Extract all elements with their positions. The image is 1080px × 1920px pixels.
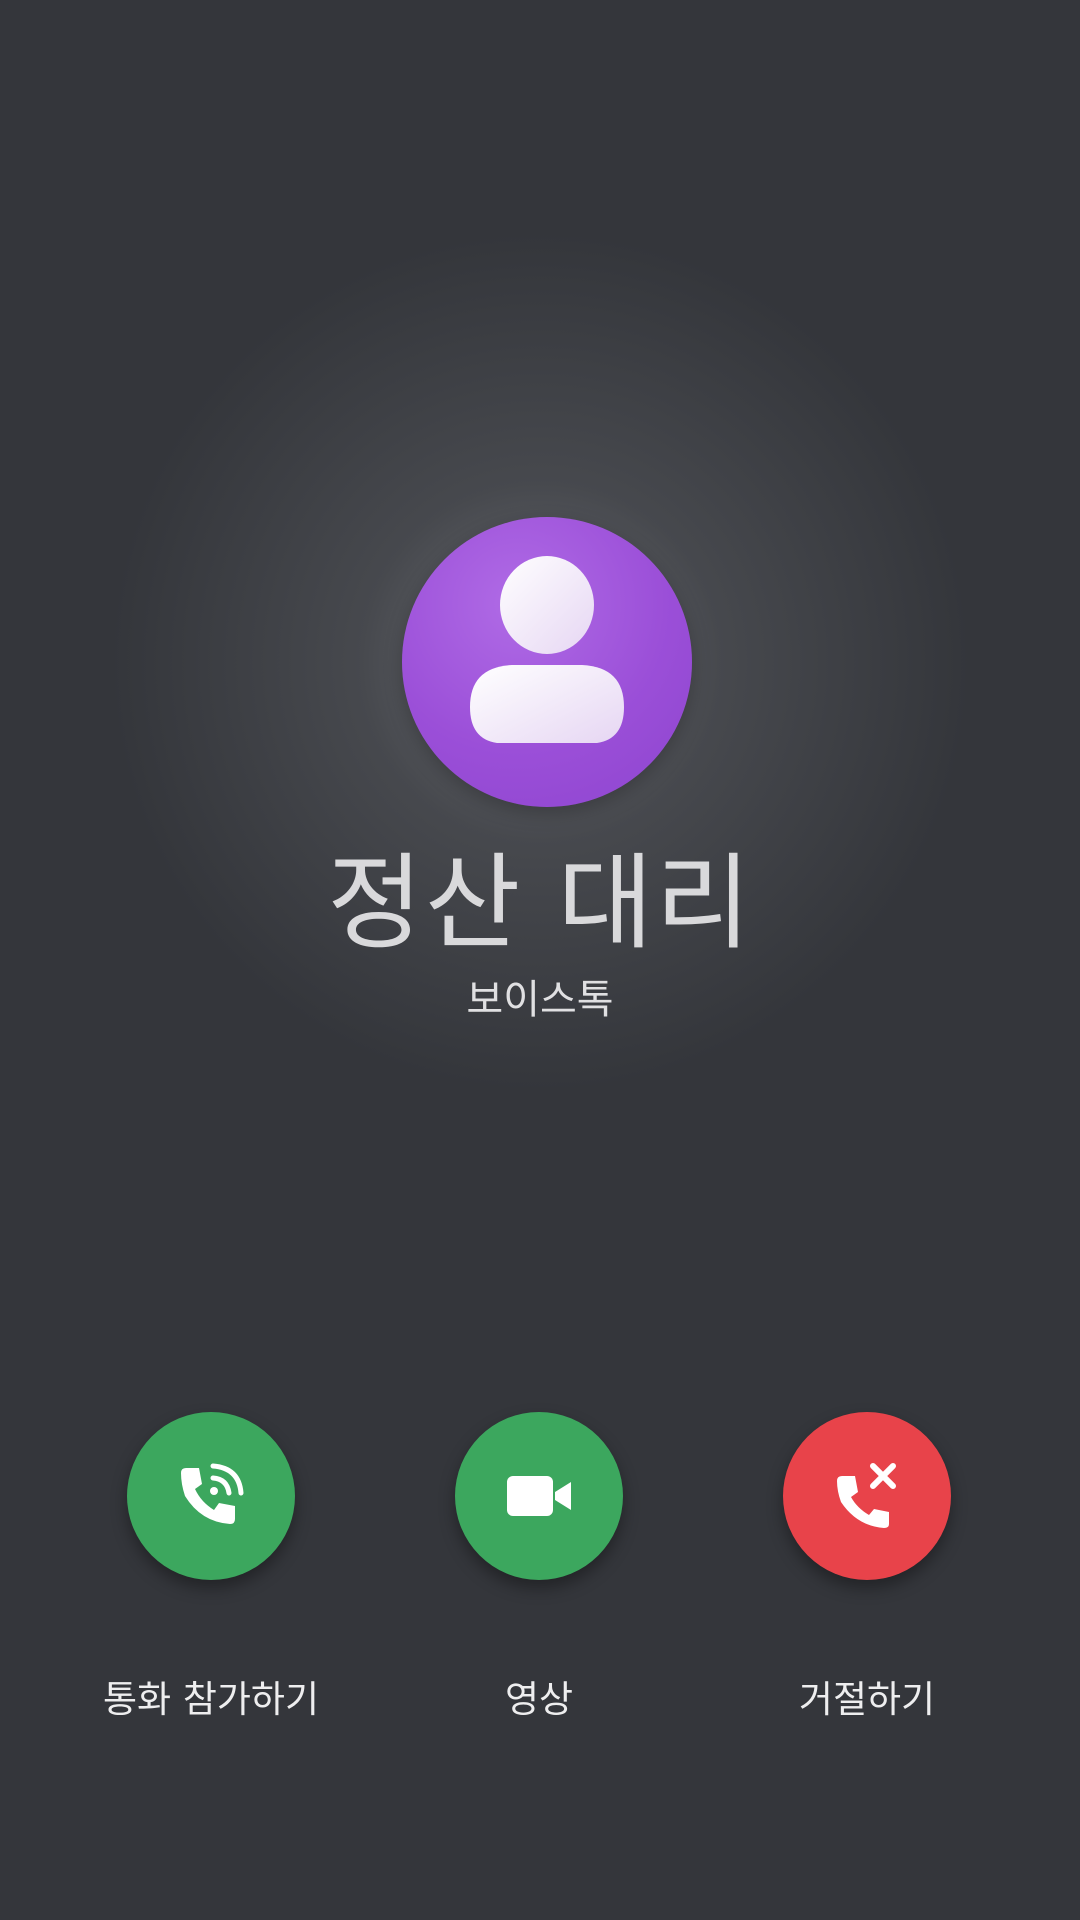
caller-name: 정산 대리 [327,842,753,964]
join-call-label: 통화 참가하기 [102,1678,319,1721]
call-type-label: 보이스톡 [466,977,614,1023]
decline-call-label: 거절하기 [798,1678,936,1721]
decline-call-button[interactable] [783,1412,951,1580]
phone-signal-icon [181,1463,244,1524]
video-call-label: 영상 [504,1678,574,1721]
incoming-call-screen: 정산 대리 보이스톡 통화 참가하기 영상 거절하기 [0,0,1080,1920]
join-call-button[interactable] [127,1412,295,1580]
video-call-button[interactable] [455,1412,623,1580]
person-silhouette-icon [470,556,624,743]
caller-avatar [402,517,692,807]
video-camera-icon [507,1476,571,1516]
phone-decline-icon [837,1463,896,1528]
